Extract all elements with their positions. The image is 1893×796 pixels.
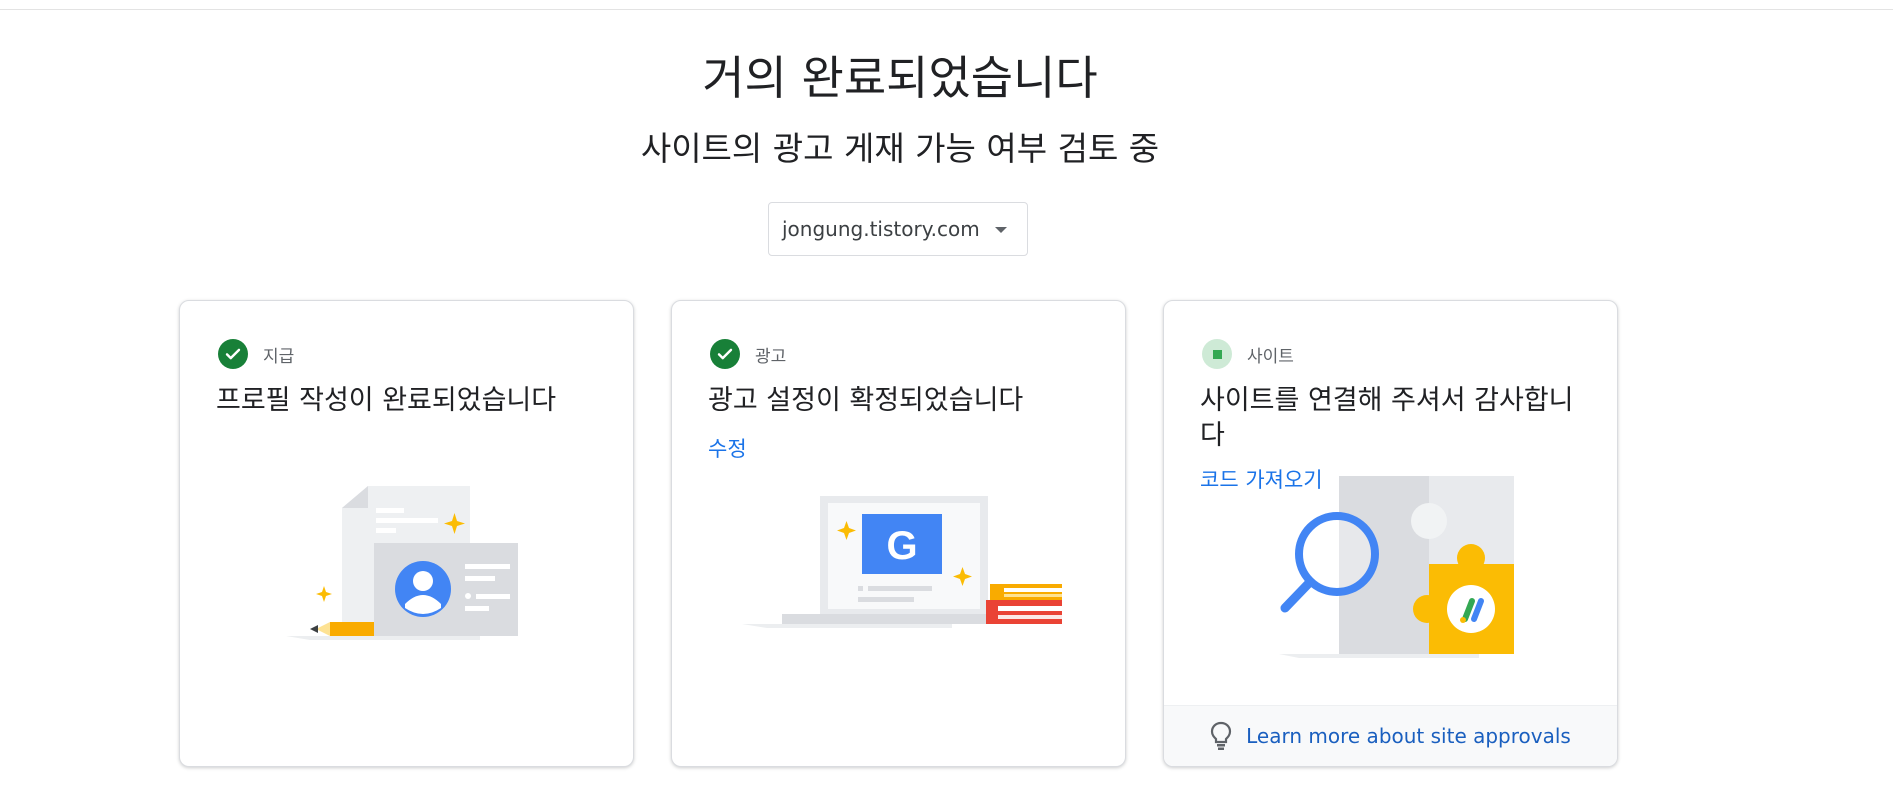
site-select-dropdown[interactable]: jongung.tistory.com <box>768 202 1028 256</box>
payment-status-label: 지급 <box>263 346 295 367</box>
ads-status-row: 광고 <box>710 339 786 369</box>
puzzle-magnifier-illustration <box>1279 476 1514 658</box>
pending-square-icon <box>1212 349 1222 359</box>
ads-card-heading: 광고 설정이 확정되었습니다 <box>708 385 1024 416</box>
pending-status-icon <box>1202 339 1232 369</box>
site-status-row: 사이트 <box>1202 339 1294 369</box>
site-card: 사이트 사이트를 연결해 주셔서 감사합니다 코드 가져오기 Learn mor… <box>1163 300 1618 767</box>
payment-status-row: 지급 <box>218 339 294 369</box>
payment-card: 지급 프로필 작성이 완료되었습니다 <box>179 300 634 767</box>
ads-card: 광고 광고 설정이 확정되었습니다 수정 G <box>671 300 1126 767</box>
check-circle-icon <box>218 339 248 369</box>
site-card-footer: Learn more about site approvals <box>1164 705 1617 766</box>
page-subtitle: 사이트의 광고 게재 가능 여부 검토 중 <box>640 129 1160 168</box>
site-select-value: jongung.tistory.com <box>782 217 980 241</box>
profile-card-illustration <box>286 486 518 640</box>
ads-status-label: 광고 <box>755 346 787 367</box>
ads-edit-link[interactable]: 수정 <box>708 433 747 463</box>
laptop-google-illustration: G <box>742 496 1062 628</box>
lightbulb-icon <box>1211 721 1232 750</box>
svg-text:G: G <box>886 524 917 568</box>
page-title: 거의 완료되었습니다 <box>702 51 1098 105</box>
payment-card-heading: 프로필 작성이 완료되었습니다 <box>216 385 557 416</box>
top-divider <box>0 9 1893 10</box>
learn-more-site-approvals-link[interactable]: Learn more about site approvals <box>1246 724 1571 748</box>
site-card-heading: 사이트를 연결해 주셔서 감사합니다 <box>1200 385 1574 451</box>
dropdown-caret-icon <box>995 227 1007 233</box>
site-status-label: 사이트 <box>1247 346 1294 367</box>
check-circle-icon <box>710 339 740 369</box>
